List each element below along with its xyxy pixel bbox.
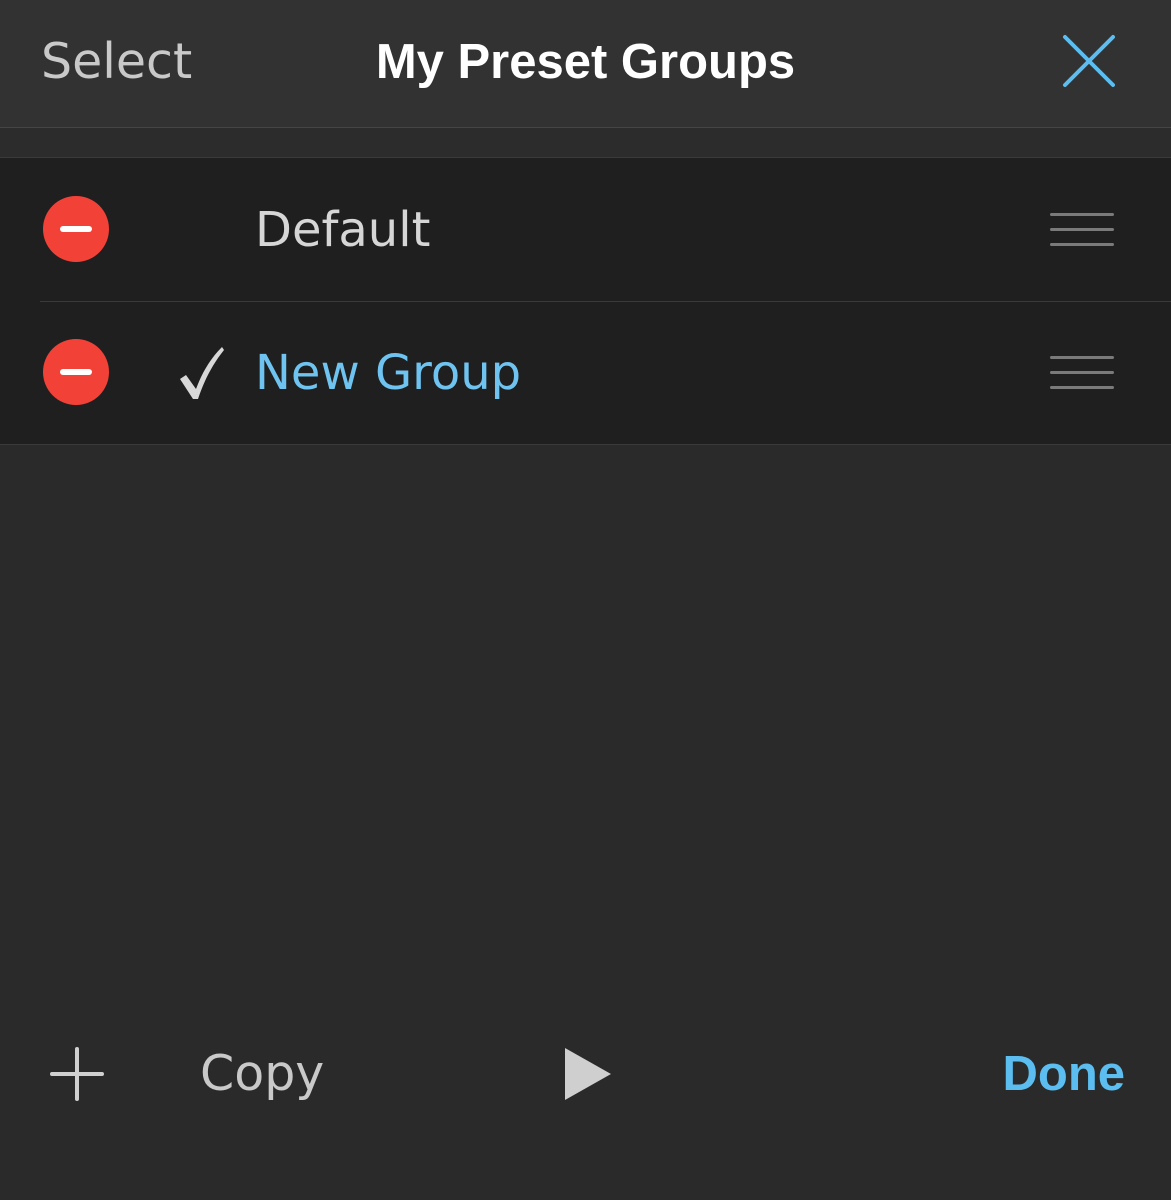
checkmark-icon — [180, 347, 224, 399]
play-icon — [565, 1048, 611, 1100]
group-label[interactable]: Default — [255, 200, 430, 260]
delete-button[interactable] — [43, 339, 109, 405]
preset-groups-screen: Select My Preset Groups Default New Grou… — [0, 0, 1171, 1200]
play-button[interactable] — [562, 1046, 614, 1102]
header-bar: Select My Preset Groups — [0, 0, 1171, 128]
page-title: My Preset Groups — [375, 35, 796, 89]
group-label[interactable]: New Group — [255, 343, 521, 403]
section-spacer — [0, 128, 1171, 158]
close-icon — [1063, 35, 1115, 87]
select-button[interactable]: Select — [41, 32, 192, 92]
close-button[interactable] — [1058, 30, 1120, 92]
done-button[interactable]: Done — [1003, 1044, 1126, 1104]
list-item[interactable]: New Group — [0, 301, 1171, 444]
list-item[interactable]: Default — [0, 158, 1171, 301]
delete-button[interactable] — [43, 196, 109, 262]
reorder-handle-icon[interactable] — [1050, 356, 1114, 390]
copy-button[interactable]: Copy — [200, 1044, 324, 1104]
preset-group-list: Default New Group — [0, 158, 1171, 445]
reorder-handle-icon[interactable] — [1050, 213, 1114, 247]
plus-icon — [50, 1047, 104, 1101]
add-button[interactable] — [50, 1047, 104, 1101]
